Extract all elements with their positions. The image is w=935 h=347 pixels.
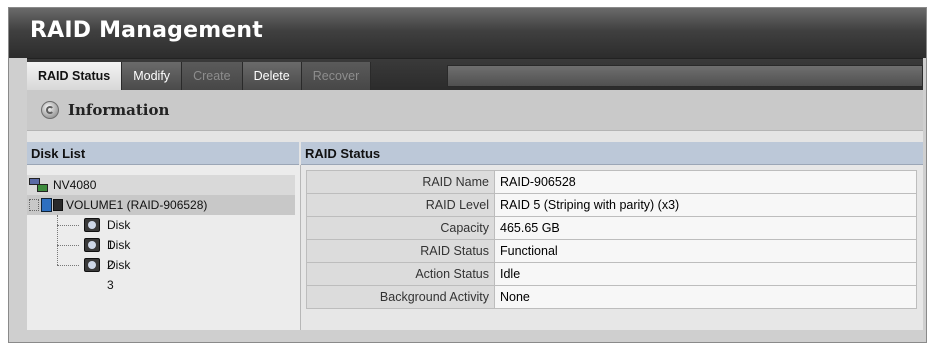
table-row: RAID Level RAID 5 (Striping with parity)…	[306, 193, 917, 217]
tree-item-volume[interactable]: VOLUME1 (RAID-906528)	[27, 195, 295, 215]
server-label: NV4080	[53, 178, 97, 192]
table-row: Action Status Idle	[306, 262, 917, 286]
action-status-key: Action Status	[306, 262, 495, 286]
table-row: RAID Status Functional	[306, 239, 917, 263]
raid-name-key: RAID Name	[306, 170, 495, 194]
raid-status-key: RAID Status	[306, 239, 495, 263]
content-footer	[27, 330, 923, 340]
background-activity-value: None	[494, 285, 917, 309]
tree-connector	[57, 215, 58, 265]
raid-status-panel: RAID Name RAID-906528 RAID Level RAID 5 …	[301, 165, 923, 330]
tree-connector	[57, 225, 79, 226]
disk-icon	[84, 258, 100, 272]
disk-list-header: Disk List	[27, 142, 299, 165]
background-activity-key: Background Activity	[306, 285, 495, 309]
tree-connector	[57, 245, 79, 246]
action-status-value: Idle	[494, 262, 917, 286]
tree-item-server[interactable]: NV4080	[27, 175, 295, 195]
tab-recover: Recover	[301, 62, 372, 90]
information-header: Information	[27, 90, 923, 131]
table-row: Capacity 465.65 GB	[306, 216, 917, 240]
title-bar: RAID Management	[9, 8, 926, 58]
capacity-key: Capacity	[306, 216, 495, 240]
raid-status-table: RAID Name RAID-906528 RAID Level RAID 5 …	[306, 170, 917, 309]
table-row: RAID Name RAID-906528	[306, 170, 917, 194]
tab-raid-status[interactable]: RAID Status	[27, 62, 123, 90]
tab-modify[interactable]: Modify	[122, 62, 183, 90]
table-row: Background Activity None	[306, 285, 917, 309]
capacity-value: 465.65 GB	[494, 216, 917, 240]
volume-label: VOLUME1 (RAID-906528)	[66, 198, 208, 212]
disk-label: Disk 3	[107, 258, 131, 292]
disk-icon	[84, 218, 100, 232]
tab-list: RAID Status Modify Create Delete Recover	[27, 62, 372, 90]
raid-level-value: RAID 5 (Striping with parity) (x3)	[494, 193, 917, 217]
raid-level-key: RAID Level	[306, 193, 495, 217]
app-title: RAID Management	[30, 18, 264, 43]
info-disc-icon	[41, 101, 59, 119]
tab-bar: RAID Status Modify Create Delete Recover	[27, 58, 923, 91]
disk-icon	[84, 238, 100, 252]
tab-delete[interactable]: Delete	[242, 62, 302, 90]
raid-name-value: RAID-906528	[494, 170, 917, 194]
tree-connector	[57, 265, 79, 266]
tab-strip-filler	[447, 65, 923, 87]
server-icon	[29, 178, 49, 192]
disk-list-panel: NV4080 VOLUME1 (RAID-906528) Disk 1 Disk…	[27, 165, 301, 330]
raid-status-value: Functional	[494, 239, 917, 263]
content-area: Information Disk List RAID Status NV4080…	[27, 90, 923, 340]
raid-status-header: RAID Status	[301, 142, 923, 165]
information-title: Information	[68, 101, 170, 119]
volume-icon	[29, 198, 63, 212]
tab-create: Create	[182, 62, 243, 90]
raid-management-window: RAID Management RAID Status Modify Creat…	[8, 7, 927, 343]
